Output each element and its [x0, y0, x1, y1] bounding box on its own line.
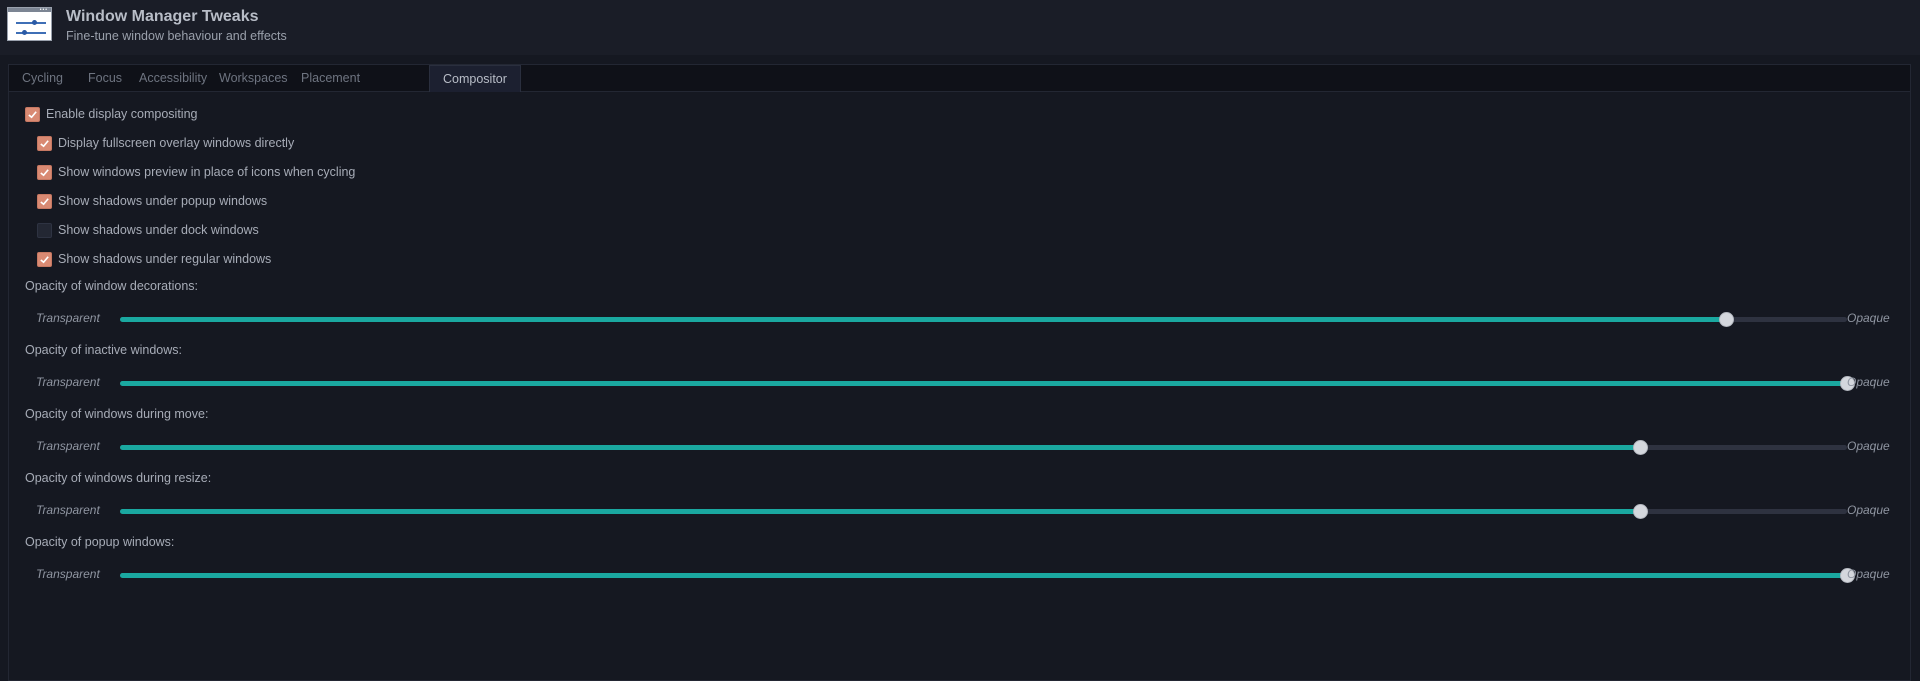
- slider-fill: [120, 573, 1847, 578]
- opacity-resize-slider[interactable]: Transparent Opaque: [24, 501, 1904, 521]
- slider-min-label: Transparent: [36, 503, 100, 517]
- slider-max-label: Opaque: [1847, 503, 1890, 517]
- option-label: Show shadows under regular windows: [58, 252, 272, 266]
- slider-min-label: Transparent: [36, 311, 100, 325]
- slider-trough[interactable]: [120, 440, 1847, 455]
- slider-handle[interactable]: [1632, 440, 1648, 455]
- checkbox-checked-icon[interactable]: [25, 106, 40, 122]
- page-subtitle: Fine-tune window behaviour and effects: [66, 29, 287, 43]
- option-label: Show windows preview in place of icons w…: [58, 165, 356, 179]
- slider-trough[interactable]: [120, 312, 1847, 327]
- opacity-decorations-label: Opacity of window decorations:: [25, 279, 199, 293]
- opacity-move-slider[interactable]: Transparent Opaque: [24, 437, 1904, 457]
- slider-trough[interactable]: [120, 504, 1847, 519]
- checkbox-checked-icon[interactable]: [37, 135, 52, 151]
- slider-fill: [120, 509, 1640, 514]
- option-fullscreen-overlay[interactable]: Display fullscreen overlay windows direc…: [37, 133, 294, 153]
- option-shadows-regular[interactable]: Show shadows under regular windows: [37, 249, 271, 269]
- slider-trough[interactable]: [120, 568, 1855, 583]
- enable-compositing-label: Enable display compositing: [46, 107, 198, 121]
- slider-min-label: Transparent: [36, 375, 100, 389]
- slider-fill: [120, 317, 1727, 322]
- slider-max-label: Opaque: [1847, 439, 1890, 453]
- tab-bar: Cycling Focus Accessibility Workspaces P…: [9, 65, 1910, 92]
- checkbox-checked-icon[interactable]: [37, 164, 52, 180]
- header-bar: ••• Window Manager Tweaks Fine-tune wind…: [0, 0, 1920, 55]
- tab-workspaces[interactable]: Workspaces: [206, 65, 301, 92]
- opacity-popup-label: Opacity of popup windows:: [25, 535, 175, 549]
- slider-fill: [120, 445, 1640, 450]
- opacity-popup-slider[interactable]: Transparent Opaque: [24, 565, 1904, 585]
- slider-fill: [120, 381, 1847, 386]
- option-label: Display fullscreen overlay windows direc…: [58, 136, 295, 150]
- checkbox-checked-icon[interactable]: [37, 193, 52, 209]
- tab-cycling[interactable]: Cycling: [9, 65, 76, 92]
- option-label: Show shadows under dock windows: [58, 223, 259, 237]
- slider-max-label: Opaque: [1847, 375, 1890, 389]
- slider-trough[interactable]: [120, 376, 1855, 391]
- opacity-decorations-slider[interactable]: Transparent Opaque: [24, 309, 1904, 329]
- slider-min-label: Transparent: [36, 567, 100, 581]
- checkbox-unchecked-icon[interactable]: [37, 222, 52, 238]
- checkbox-checked-icon[interactable]: [37, 251, 52, 267]
- opacity-resize-label: Opacity of windows during resize:: [25, 471, 212, 485]
- window-settings-icon: •••: [7, 7, 52, 41]
- opacity-inactive-label: Opacity of inactive windows:: [25, 343, 183, 357]
- page-title: Window Manager Tweaks: [66, 8, 259, 25]
- opacity-move-label: Opacity of windows during move:: [25, 407, 209, 421]
- option-windows-preview[interactable]: Show windows preview in place of icons w…: [37, 162, 355, 182]
- option-label: Show shadows under popup windows: [58, 194, 268, 208]
- enable-compositing-checkbox[interactable]: Enable display compositing: [25, 104, 197, 124]
- tab-placement[interactable]: Placement: [288, 65, 373, 92]
- option-shadows-popup[interactable]: Show shadows under popup windows: [37, 191, 267, 211]
- slider-handle[interactable]: [1632, 504, 1648, 519]
- slider-max-label: Opaque: [1847, 567, 1890, 581]
- slider-handle[interactable]: [1719, 312, 1735, 327]
- opacity-inactive-slider[interactable]: Transparent Opaque: [24, 373, 1904, 393]
- tab-compositor[interactable]: Compositor: [429, 65, 521, 92]
- slider-min-label: Transparent: [36, 439, 100, 453]
- slider-max-label: Opaque: [1847, 311, 1890, 325]
- option-shadows-dock[interactable]: Show shadows under dock windows: [37, 220, 259, 240]
